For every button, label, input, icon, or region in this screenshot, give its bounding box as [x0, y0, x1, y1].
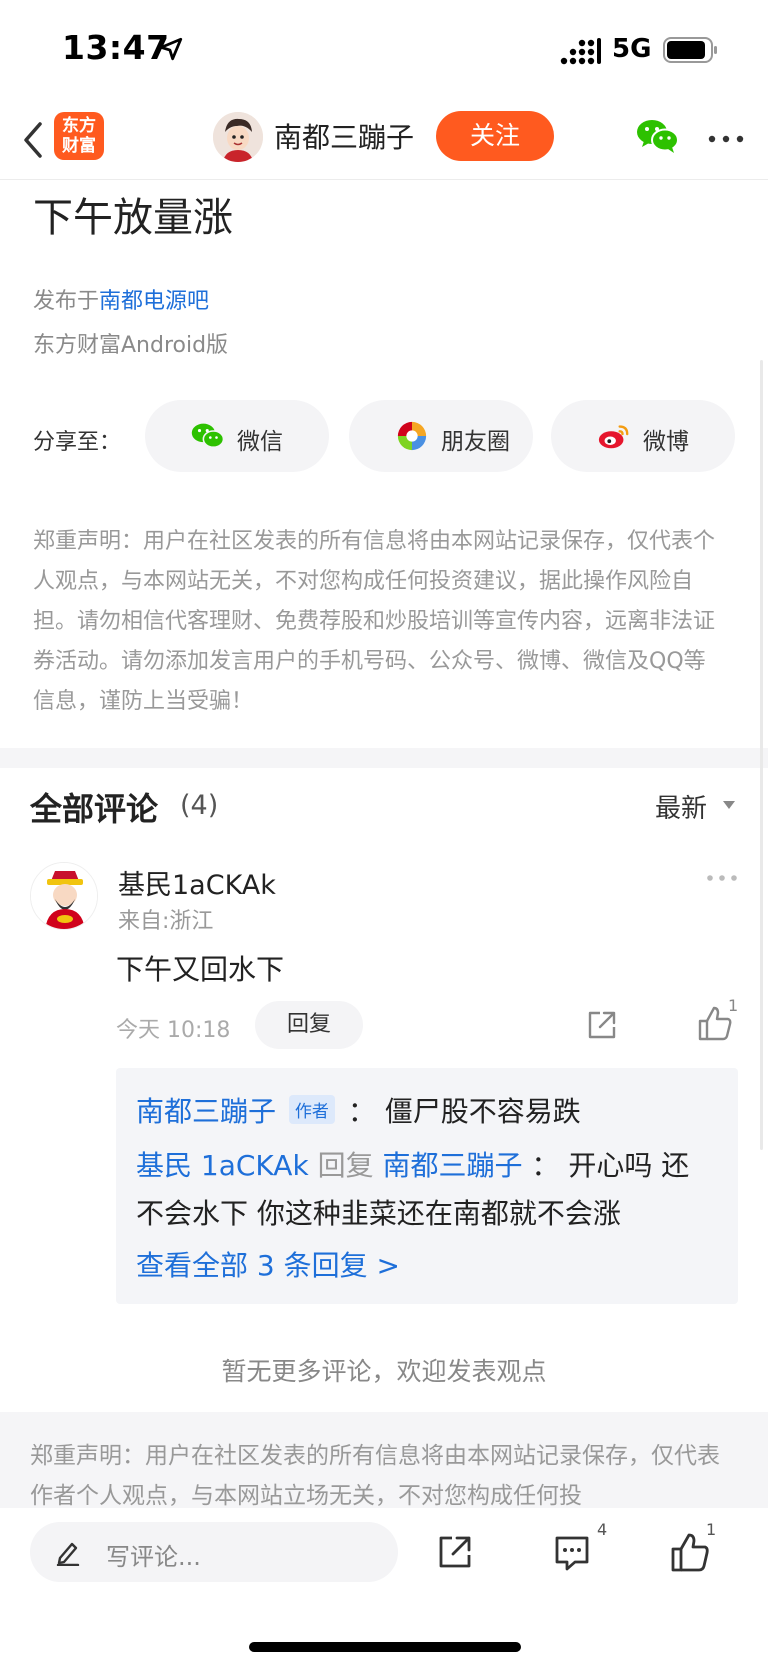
pen-icon — [56, 1542, 80, 1566]
cellular-signal-icon — [560, 38, 601, 65]
comment-time: 今天 10:18 — [116, 1018, 231, 1043]
back-icon[interactable] — [18, 118, 48, 162]
wechat-icon[interactable] — [636, 116, 680, 156]
like-count-badge: 1 — [706, 1520, 717, 1539]
scrollbar[interactable] — [760, 360, 763, 1150]
comment-like-count: 1 — [728, 996, 739, 1015]
more-options-icon[interactable] — [706, 134, 746, 144]
stock-bar-link[interactable]: 南都电源吧 — [99, 289, 209, 314]
weibo-icon — [598, 425, 629, 449]
comment-input[interactable]: 写评论... — [30, 1522, 398, 1582]
comment-count-badge: 4 — [597, 1520, 608, 1539]
location-arrow-icon — [159, 37, 183, 61]
author-avatar[interactable] — [213, 112, 263, 162]
comment-icon[interactable] — [553, 1534, 591, 1572]
comment-more-icon[interactable] — [706, 874, 738, 882]
share-moments-button[interactable]: 朋友圈 — [349, 400, 533, 472]
share-icon[interactable] — [437, 1534, 473, 1570]
thumbs-up-icon[interactable] — [671, 1532, 709, 1572]
commenter-name[interactable]: 基民1aCKAk — [118, 863, 276, 902]
publish-info: 发布于南都电源吧 — [33, 289, 210, 314]
article-header: 东方 财富 南都三蹦子 关注 — [0, 100, 768, 180]
cartoon-avatar-icon — [213, 112, 263, 162]
thumbs-up-icon[interactable] — [698, 1005, 732, 1041]
dropdown-triangle-icon[interactable] — [722, 800, 736, 810]
reply-target-link[interactable]: 南都三蹦子 — [383, 1149, 523, 1182]
client-info: 东方财富Android版 — [33, 333, 229, 358]
sort-dropdown[interactable]: 最新 — [655, 788, 707, 825]
fortune-god-avatar-icon — [31, 863, 97, 929]
reply-item: 基民 1aCKAk 回复 南都三蹦子 ： 开心吗 还 — [136, 1149, 690, 1182]
author-name[interactable]: 南都三蹦子 — [274, 116, 414, 156]
reply-text-continued: 不会水下 你这种韭菜还在南都就不会涨 — [136, 1197, 621, 1230]
view-all-replies-link[interactable]: 查看全部 3 条回复 > — [136, 1244, 400, 1284]
reply-item: 南都三蹦子 作者 ： 僵尸股不容易跌 — [136, 1095, 581, 1128]
comments-title: 全部评论 — [30, 790, 159, 828]
bottom-disclaimer-text: 郑重声明：用户在社区发表的所有信息将由本网站记录保存，仅代表作者个人观点，与本网… — [30, 1443, 720, 1509]
disclaimer-text: 郑重声明：用户在社区发表的所有信息将由本网站记录保存，仅代表个人观点，与本网站无… — [33, 529, 716, 714]
moments-icon — [397, 421, 427, 451]
author-badge: 作者 — [288, 1095, 335, 1124]
follow-button[interactable]: 关注 — [436, 111, 554, 161]
share-weibo-button[interactable]: 微博 — [551, 400, 735, 472]
comments-count: (4) — [180, 790, 219, 821]
share-wechat-button[interactable]: 微信 — [145, 400, 329, 472]
reply-button[interactable]: 回复 — [255, 1001, 363, 1049]
commenter-avatar[interactable] — [30, 862, 98, 930]
battery-icon — [663, 37, 717, 63]
share-icon[interactable] — [586, 1009, 618, 1041]
home-indicator[interactable] — [249, 1642, 521, 1652]
section-divider — [0, 748, 768, 768]
app-logo[interactable]: 东方 财富 — [54, 112, 104, 160]
share-label: 分享至： — [33, 430, 122, 455]
replies-box: 南都三蹦子 作者 ： 僵尸股不容易跌 基民 1aCKAk 回复 南都三蹦子 ： … — [116, 1068, 738, 1304]
status-bar: 13:47 5G — [0, 0, 768, 100]
article-title: 下午放量涨 — [33, 195, 233, 241]
bottom-action-bar: 写评论... 4 1 — [0, 1508, 768, 1663]
wechat-icon — [191, 423, 225, 448]
commenter-location: 来自:浙江 — [118, 909, 214, 934]
reply-author-link[interactable]: 南都三蹦子 — [136, 1095, 276, 1128]
status-time: 13:47 — [62, 28, 170, 67]
comment-text: 下午又回水下 — [116, 953, 285, 986]
reply-author-link[interactable]: 基民 1aCKAk — [136, 1149, 309, 1182]
no-more-comments: 暂无更多评论，欢迎发表观点 — [221, 1357, 547, 1386]
network-type: 5G — [612, 34, 652, 64]
